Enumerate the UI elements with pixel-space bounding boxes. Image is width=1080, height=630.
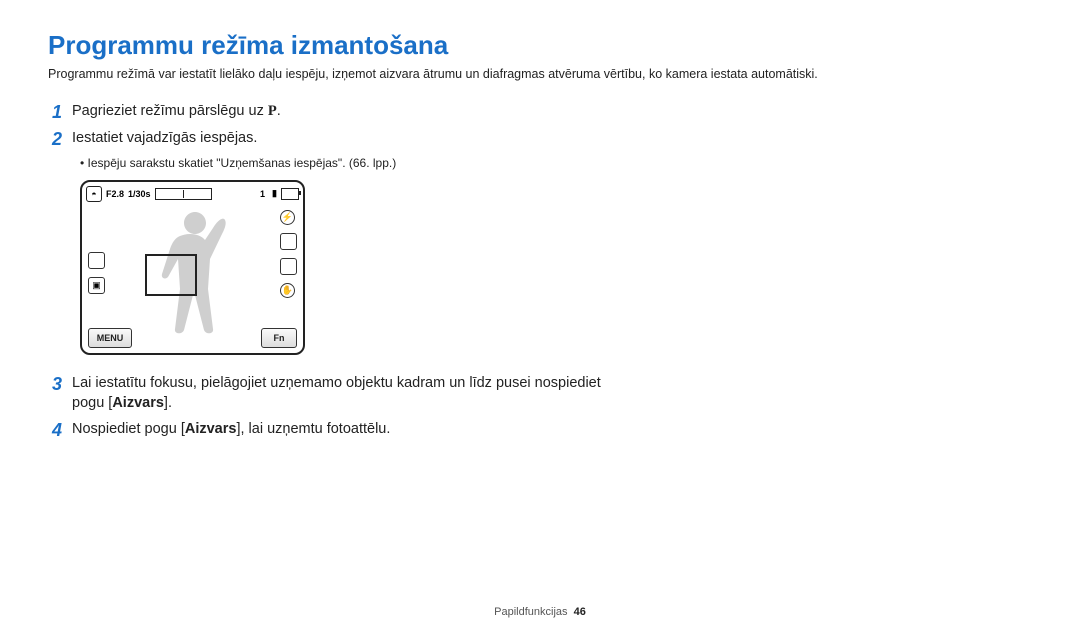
footer-section: Papildfunkcijas [494, 606, 567, 618]
step-number: 4 [52, 419, 72, 442]
step-number: 2 [52, 128, 72, 151]
page-title: Programmu režīma izmantošana [48, 30, 1032, 61]
step1-text-a: Pagrieziet režīmu pārslēgu uz [72, 103, 268, 119]
camera-mode-icon: ◓ [86, 186, 102, 202]
step4-bold: Aizvars [185, 421, 237, 437]
camera-screen-figure: ◓ F2.8 1/30s 1 ▮ ⚡ ✋ ▣ [80, 180, 1032, 355]
face-detect-icon [88, 252, 105, 269]
step-4: 4 Nospiediet pogu [Aizvars], lai uzņemtu… [52, 419, 1032, 442]
shots-remaining: 1 [260, 189, 265, 199]
resolution-icon [280, 233, 297, 250]
camera-lcd: ◓ F2.8 1/30s 1 ▮ ⚡ ✋ ▣ [80, 180, 305, 355]
camera-shutter: 1/30s [128, 189, 151, 199]
step4-text-b: ], lai uzņemtu fotoattēlu. [236, 421, 390, 437]
step2-bullet: Iespēju sarakstu skatiet "Uzņemšanas ies… [80, 156, 1032, 170]
footer-page-number: 46 [574, 606, 586, 618]
sd-card-icon: ▮ [272, 188, 277, 199]
page-footer: Papildfunkcijas 46 [0, 606, 1080, 618]
focus-frame-icon [145, 254, 197, 296]
step-number: 3 [52, 373, 72, 396]
quality-icon [280, 258, 297, 275]
step3-text-b: ]. [164, 395, 172, 411]
steps-list: 1 Pagrieziet režīmu pārslēgu uz P. 2 Ies… [52, 101, 1032, 443]
fn-button[interactable]: Fn [261, 328, 297, 348]
stabilizer-icon: ✋ [280, 283, 295, 298]
camera-status-bar: ◓ F2.8 1/30s 1 ▮ [86, 186, 299, 202]
step-2: 2 Iestatiet vajadzīgās iespējas. [52, 128, 1032, 151]
flash-icon: ⚡ [280, 210, 295, 225]
mode-dial-p: P [268, 103, 277, 119]
step-1: 1 Pagrieziet režīmu pārslēgu uz P. [52, 101, 1032, 124]
step1-text-b: . [277, 103, 281, 119]
drive-mode-icon: ▣ [88, 277, 105, 294]
step-number: 1 [52, 101, 72, 124]
step3-bold: Aizvars [112, 395, 164, 411]
camera-aperture: F2.8 [106, 189, 124, 199]
step2-text: Iestatiet vajadzīgās iespējas. [72, 128, 257, 148]
exposure-meter-icon [155, 188, 212, 200]
intro-text: Programmu režīmā var iestatīt lielāko da… [48, 67, 1032, 81]
step4-text-a: Nospiediet pogu [ [72, 421, 185, 437]
battery-icon [281, 188, 299, 200]
menu-button[interactable]: MENU [88, 328, 132, 348]
step-3: 3 Lai iestatītu fokusu, pielāgojiet uzņe… [52, 373, 1032, 414]
